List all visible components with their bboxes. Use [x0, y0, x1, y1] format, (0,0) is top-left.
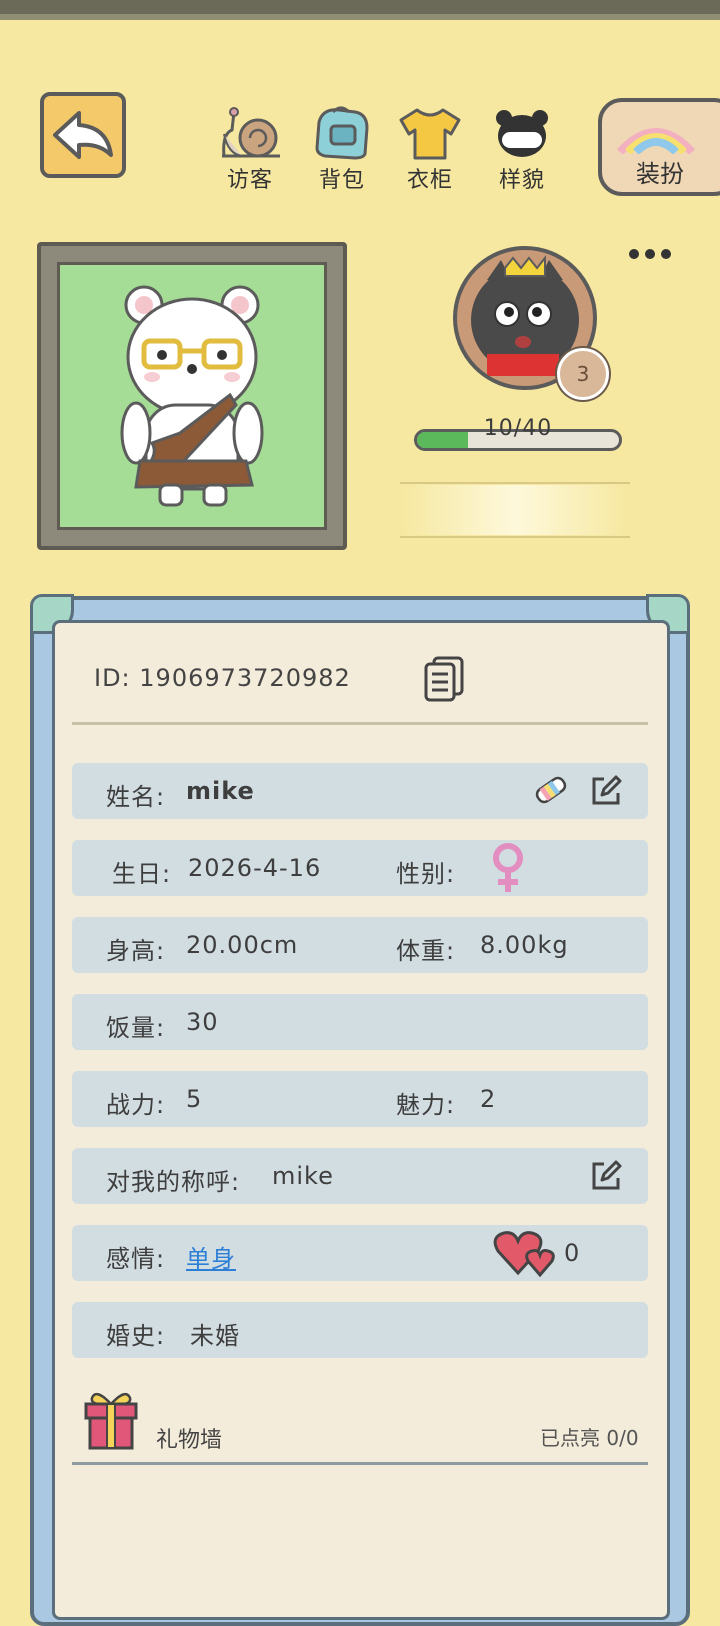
panda-face-icon [496, 110, 548, 157]
height-label: 身高: [106, 937, 166, 965]
backpack-icon [315, 106, 369, 160]
pet-level-badge: 3 [557, 348, 609, 400]
nav-wardrobe[interactable]: 衣柜 [390, 104, 470, 194]
name-label: 姓名: [106, 783, 166, 811]
divider [400, 482, 630, 484]
gift-wall-button[interactable] [82, 1390, 140, 1456]
edit-icon [592, 775, 622, 805]
copy-id-button[interactable] [424, 656, 466, 706]
hearts-icon-wrap [492, 1227, 558, 1283]
marriage-label: 婚史: [106, 1322, 166, 1350]
divider [72, 722, 648, 725]
dress-up-button[interactable]: 装扮 [598, 98, 720, 196]
weight-value: 8.00kg [480, 931, 569, 959]
gift-wall-label: 礼物墙 [156, 1428, 223, 1453]
rainbow-icon [617, 128, 695, 154]
divider [72, 1462, 648, 1465]
birthday-gender-row: 生日: 2026-4-16 性别: [72, 840, 648, 896]
pet-portrait-frame [37, 242, 347, 550]
hearts-icon [493, 1231, 555, 1278]
back-arrow-icon [53, 111, 113, 159]
marriage-row: 婚史: 未婚 [72, 1302, 648, 1358]
charm-label: 魅力: [396, 1091, 456, 1119]
glow-highlight [400, 485, 630, 535]
food-row: 饭量: 30 [72, 994, 648, 1050]
food-value: 30 [186, 1008, 219, 1036]
relationship-row: 感情: 单身 0 [72, 1225, 648, 1281]
relationship-status-link[interactable]: 单身 [186, 1239, 236, 1274]
height-weight-row: 身高: 20.00cm 体重: 8.00kg [72, 917, 648, 973]
gift-wall-count: 已点亮 0/0 [540, 1426, 639, 1450]
more-options-button[interactable] [628, 246, 672, 266]
gift-box-icon [84, 1392, 138, 1450]
female-symbol-icon [493, 843, 523, 892]
birthday-label: 生日: [112, 860, 172, 888]
edit-name-button[interactable] [590, 775, 622, 811]
height-value: 20.00cm [186, 931, 299, 959]
nav-visitors[interactable]: 访客 [210, 104, 290, 194]
pet-portrait[interactable] [57, 262, 327, 530]
nav-visitors-label: 访客 [226, 168, 273, 193]
nav-appearance[interactable]: 样貌 [482, 104, 562, 194]
birthday-value: 2026-4-16 [188, 854, 322, 882]
exp-progress-text: 10/40 [483, 416, 553, 441]
nickname-value: mike [272, 1162, 334, 1190]
divider [400, 536, 630, 538]
dress-up-label: 装扮 [636, 160, 684, 188]
edit-nickname-button[interactable] [590, 1160, 622, 1196]
hearts-count: 0 [564, 1239, 581, 1267]
rainbow-eraser-icon [535, 776, 567, 804]
gender-label: 性别: [396, 860, 456, 888]
power-label: 战力: [106, 1091, 166, 1119]
name-row: 姓名: mike [72, 763, 648, 819]
edit-icon [592, 1160, 622, 1190]
relationship-label: 感情: [106, 1245, 166, 1273]
back-button[interactable] [40, 92, 126, 178]
nav-appearance-label: 样貌 [498, 168, 545, 193]
polar-bear-pet-icon [120, 285, 264, 507]
marriage-value: 未婚 [190, 1322, 240, 1350]
more-dots-icon [629, 249, 671, 259]
name-value: mike [186, 777, 255, 805]
charm-value: 2 [480, 1085, 497, 1113]
food-label: 饭量: [106, 1014, 166, 1042]
user-id-text: ID: 1906973720982 [94, 664, 351, 692]
nickname-label: 对我的称呼: [106, 1168, 241, 1196]
snail-icon [222, 107, 280, 158]
nav-backpack-label: 背包 [318, 168, 365, 193]
power-value: 5 [186, 1085, 203, 1113]
power-charm-row: 战力: 5 魅力: 2 [72, 1071, 648, 1127]
gender-icon-wrap [490, 842, 526, 900]
nickname-row: 对我的称呼: mike [72, 1148, 648, 1204]
rename-card-button[interactable] [534, 775, 568, 809]
copy-icon [424, 656, 464, 702]
nav-wardrobe-label: 衣柜 [406, 168, 453, 193]
shirt-icon [399, 108, 461, 160]
top-strip [0, 0, 720, 20]
nav-backpack[interactable]: 背包 [302, 104, 382, 194]
weight-label: 体重: [396, 937, 456, 965]
